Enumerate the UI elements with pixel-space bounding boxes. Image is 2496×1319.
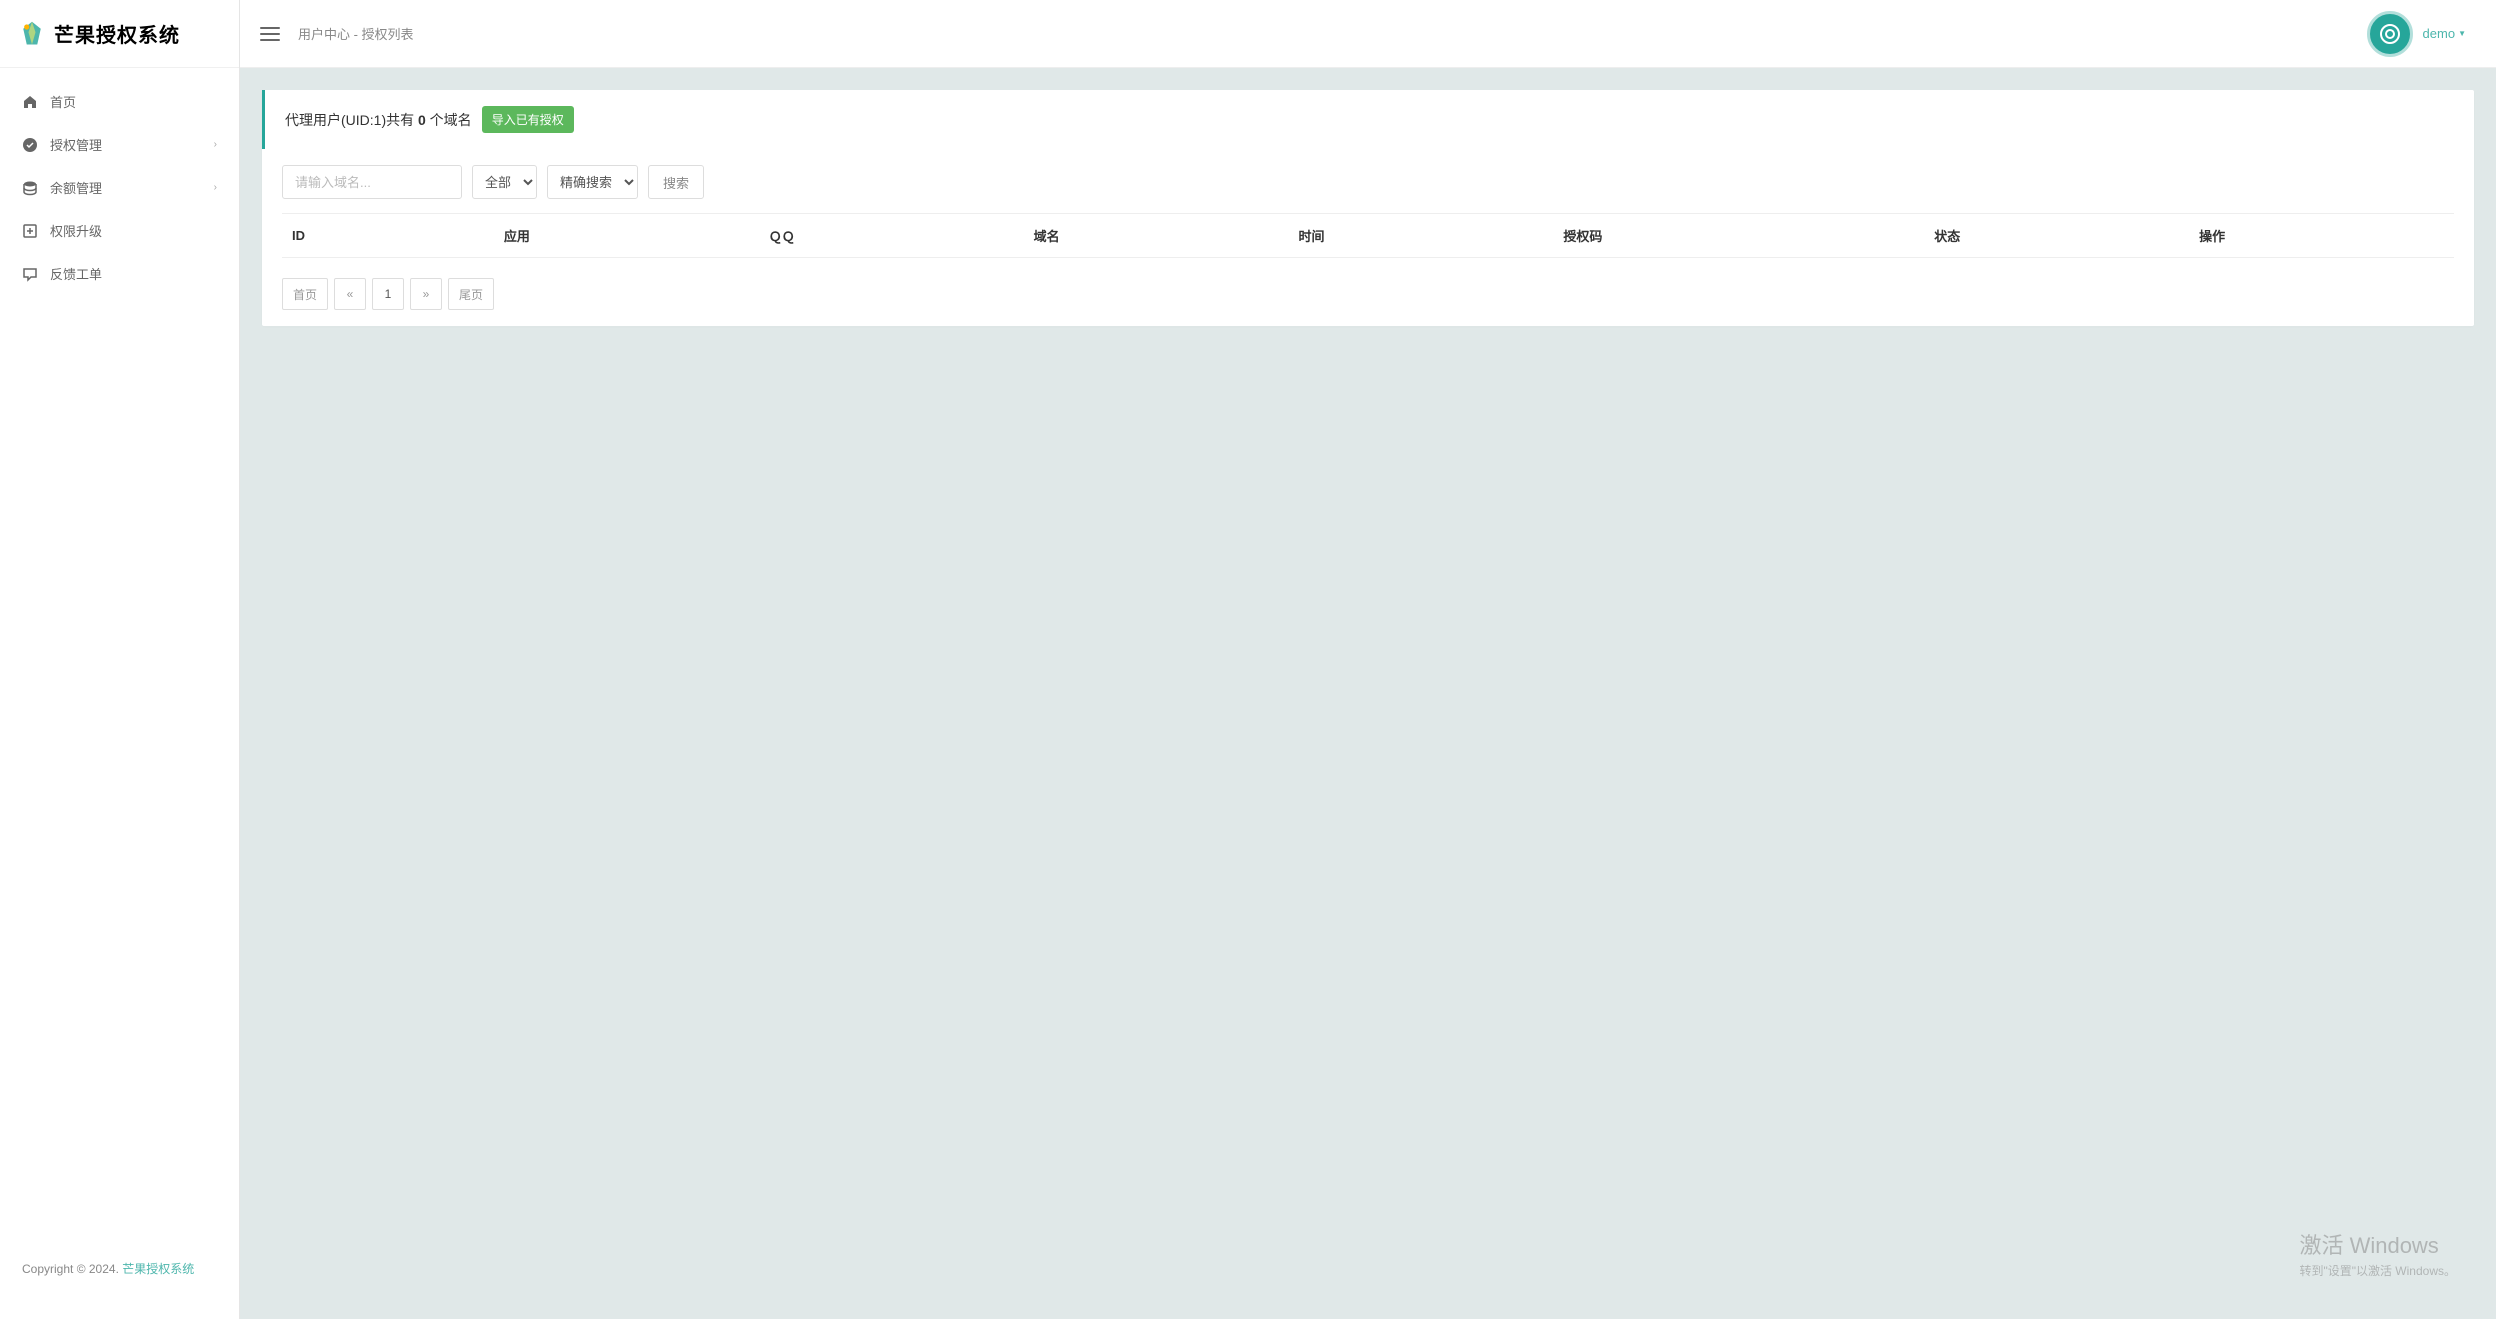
domain-count: 0 <box>418 112 426 128</box>
user-dropdown[interactable]: demo ▼ <box>2423 26 2476 41</box>
page-next[interactable]: » <box>410 278 442 310</box>
footer-brand-link[interactable]: 芒果授权系统 <box>122 1262 194 1276</box>
sidebar-item-upgrade[interactable]: 权限升级 <box>0 209 239 252</box>
col-code: 授权码 <box>1553 214 1924 258</box>
logo-area: 芒果授权系统 <box>0 0 239 68</box>
sidebar-item-home[interactable]: 首页 <box>0 80 239 123</box>
copyright-text: Copyright © 2024. <box>22 1262 122 1276</box>
chevron-down-icon: ▼ <box>2458 29 2466 38</box>
search-mode-select[interactable]: 精确搜索 <box>547 165 638 199</box>
username: demo <box>2423 26 2456 41</box>
windows-activation-watermark: 激活 Windows 转到"设置"以激活 Windows。 <box>2299 1228 2456 1279</box>
sidebar: 芒果授权系统 首页 授权管理 › 余额管理 › 权限升级 反馈工单 Copyri… <box>0 0 240 1319</box>
chevron-right-icon: › <box>214 182 217 193</box>
menu-toggle-icon[interactable] <box>260 24 280 44</box>
sidebar-item-label: 反馈工单 <box>50 264 217 283</box>
watermark-sub: 转到"设置"以激活 Windows。 <box>2299 1262 2456 1279</box>
search-button[interactable]: 搜索 <box>648 165 704 199</box>
table-header-row: ID 应用 ＱＱ 域名 时间 授权码 状态 操作 <box>282 214 2454 258</box>
sidebar-item-feedback[interactable]: 反馈工单 <box>0 252 239 295</box>
sidebar-item-label: 首页 <box>50 92 217 111</box>
header: 用户中心 - 授权列表 demo ▼ <box>240 0 2496 68</box>
content-card: 代理用户(UID:1)共有 0 个域名 导入已有授权 全部 精确搜索 搜索 ID <box>262 90 2474 326</box>
avatar[interactable] <box>2367 11 2413 57</box>
main: 代理用户(UID:1)共有 0 个域名 导入已有授权 全部 精确搜索 搜索 ID <box>240 68 2496 368</box>
app-select[interactable]: 全部 <box>472 165 537 199</box>
page-prev[interactable]: « <box>334 278 366 310</box>
col-time: 时间 <box>1289 214 1554 258</box>
database-icon <box>22 180 38 196</box>
card-title: 代理用户(UID:1)共有 0 个域名 <box>285 110 472 130</box>
chevron-right-icon: › <box>214 139 217 150</box>
col-id: ID <box>282 214 494 258</box>
header-right: demo ▼ <box>2367 11 2476 57</box>
breadcrumb: 用户中心 - 授权列表 <box>298 24 414 43</box>
card-body: 全部 精确搜索 搜索 ID 应用 ＱＱ 域名 时间 授权码 <box>262 149 2474 326</box>
sidebar-item-label: 授权管理 <box>50 135 214 154</box>
logo-icon <box>18 20 46 48</box>
col-action: 操作 <box>2189 214 2454 258</box>
page-number[interactable]: 1 <box>372 278 404 310</box>
sidebar-item-auth[interactable]: 授权管理 › <box>0 123 239 166</box>
col-domain: 域名 <box>1024 214 1289 258</box>
nav: 首页 授权管理 › 余额管理 › 权限升级 反馈工单 <box>0 68 239 307</box>
watermark-title: 激活 Windows <box>2299 1228 2456 1260</box>
pagination: 首页 « 1 » 尾页 <box>282 278 2454 310</box>
auth-table: ID 应用 ＱＱ 域名 时间 授权码 状态 操作 <box>282 213 2454 258</box>
domain-input[interactable] <box>282 165 462 199</box>
plus-box-icon <box>22 223 38 239</box>
sidebar-footer: Copyright © 2024. 芒果授权系统 <box>0 1242 239 1319</box>
card-header: 代理用户(UID:1)共有 0 个域名 导入已有授权 <box>262 90 2474 149</box>
sidebar-item-label: 权限升级 <box>50 221 217 240</box>
col-app: 应用 <box>494 214 759 258</box>
check-circle-icon <box>22 137 38 153</box>
sidebar-item-balance[interactable]: 余额管理 › <box>0 166 239 209</box>
filter-row: 全部 精确搜索 搜索 <box>282 165 2454 199</box>
page-last[interactable]: 尾页 <box>448 278 494 310</box>
brand-name: 芒果授权系统 <box>54 19 180 48</box>
page-first[interactable]: 首页 <box>282 278 328 310</box>
col-qq: ＱＱ <box>759 214 1024 258</box>
sidebar-item-label: 余额管理 <box>50 178 214 197</box>
col-status: 状态 <box>1924 214 2189 258</box>
chat-icon <box>22 266 38 282</box>
import-button[interactable]: 导入已有授权 <box>482 106 574 133</box>
home-icon <box>22 94 38 110</box>
